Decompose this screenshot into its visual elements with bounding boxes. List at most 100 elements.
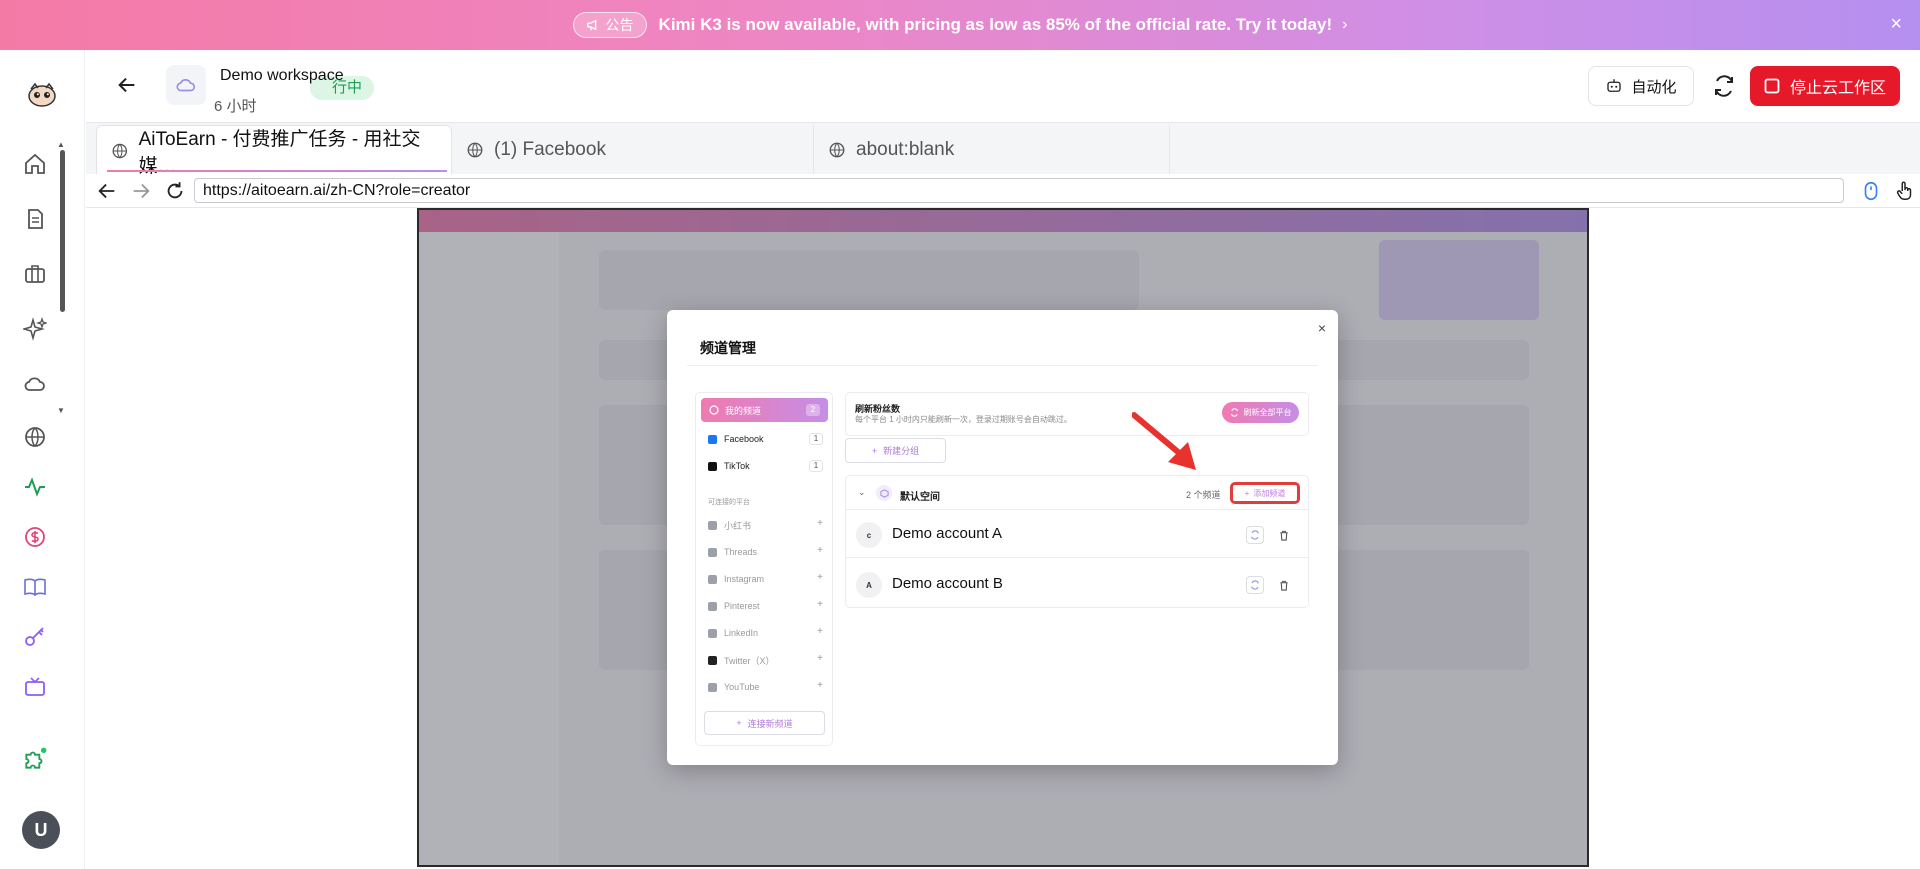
linkedin-icon bbox=[708, 628, 717, 638]
x-twitter-icon bbox=[708, 655, 717, 665]
modal-title: 频道管理 bbox=[700, 340, 756, 356]
reload-icon[interactable] bbox=[164, 180, 186, 202]
plus-icon[interactable]: + bbox=[817, 545, 823, 556]
plus-icon[interactable]: + bbox=[817, 599, 823, 610]
globe-icon bbox=[467, 142, 483, 158]
mouse-icon[interactable] bbox=[1860, 180, 1882, 202]
robot-icon bbox=[1607, 79, 1622, 92]
account-refresh-icon[interactable] bbox=[1246, 576, 1264, 594]
tab-facebook[interactable]: (1) Facebook bbox=[452, 125, 814, 175]
url-input[interactable]: https://aitoearn.ai/zh-CN?role=creator bbox=[194, 178, 1844, 203]
plus-icon: + bbox=[736, 718, 742, 728]
cloud-icon[interactable] bbox=[22, 371, 48, 397]
channel-sidebar: 我的频道 2 Facebook 1 TikTok 1 可连接的平台 小红书 + … bbox=[695, 392, 833, 746]
puzzle-icon[interactable] bbox=[22, 746, 48, 772]
available-platform-threads[interactable]: Threads + bbox=[708, 544, 823, 560]
pointer-hand-icon[interactable] bbox=[1894, 180, 1916, 202]
platform-name: Facebook bbox=[724, 434, 764, 444]
plus-icon[interactable]: + bbox=[817, 626, 823, 637]
xiaohongshu-icon bbox=[708, 520, 717, 530]
stop-workspace-button[interactable]: 停止云工作区 bbox=[1750, 66, 1900, 106]
refresh-icon bbox=[1230, 408, 1238, 417]
trash-icon[interactable] bbox=[1278, 578, 1290, 592]
workspace-name: Demo workspace bbox=[220, 67, 344, 84]
account-name: Demo account A bbox=[892, 525, 1003, 542]
platform-item-facebook[interactable]: Facebook 1 bbox=[708, 431, 823, 447]
automation-button[interactable]: 自动化 bbox=[1588, 66, 1694, 106]
plus-icon[interactable]: + bbox=[817, 518, 823, 529]
plus-icon[interactable]: + bbox=[817, 680, 823, 691]
add-channel-button[interactable]: + 添加频道 bbox=[1230, 482, 1300, 504]
stop-workspace-label: 停止云工作区 bbox=[1789, 80, 1886, 97]
platform-count: 1 bbox=[809, 433, 823, 445]
workspace-cloud-icon bbox=[166, 65, 206, 105]
channel-management-modal: 频道管理 × 我的频道 2 Facebook 1 TikTok 1 可连接的平台… bbox=[667, 310, 1338, 765]
nav-back-icon[interactable] bbox=[96, 180, 118, 202]
available-platform-youtube[interactable]: YouTube + bbox=[708, 679, 823, 695]
refresh-icon[interactable] bbox=[1712, 74, 1736, 98]
chevron-right-icon[interactable]: › bbox=[1342, 16, 1347, 34]
available-platform-name: Pinterest bbox=[724, 601, 760, 611]
dollar-coin-icon[interactable] bbox=[22, 524, 48, 550]
available-platform-linkedin[interactable]: LinkedIn + bbox=[708, 625, 823, 641]
plus-icon[interactable]: + bbox=[817, 572, 823, 583]
connect-new-channel-button[interactable]: + 连接新频道 bbox=[704, 711, 825, 735]
user-avatar[interactable]: U bbox=[22, 811, 60, 849]
available-platform-name: Threads bbox=[724, 547, 758, 557]
channel-group-header[interactable]: ⌄ 默认空间 2 个频道 + 添加频道 bbox=[846, 476, 1308, 510]
book-icon[interactable] bbox=[22, 574, 48, 600]
chevron-down-icon[interactable]: ⌄ bbox=[858, 487, 866, 498]
plus-icon[interactable]: + bbox=[817, 653, 823, 664]
available-platform-pinterest[interactable]: Pinterest + bbox=[708, 598, 823, 614]
tab-label: (1) Facebook bbox=[494, 139, 606, 160]
my-channels-item[interactable]: 我的频道 2 bbox=[701, 398, 828, 422]
document-icon[interactable] bbox=[22, 206, 48, 232]
back-arrow-icon[interactable] bbox=[116, 74, 138, 96]
active-tab-indicator bbox=[107, 170, 447, 172]
home-icon[interactable] bbox=[22, 151, 48, 177]
workspace-uptime: 6 小时 bbox=[214, 98, 257, 115]
account-avatar: A bbox=[856, 572, 882, 598]
account-row[interactable]: c Demo account A bbox=[846, 510, 1308, 558]
nav-forward-icon[interactable] bbox=[130, 180, 152, 202]
activity-icon[interactable] bbox=[22, 474, 48, 500]
threads-icon bbox=[708, 547, 717, 557]
available-platform-twitter[interactable]: Twitter（X） + bbox=[708, 652, 823, 668]
available-platform-instagram[interactable]: Instagram + bbox=[708, 571, 823, 587]
tab-about-blank[interactable]: about:blank bbox=[814, 125, 1170, 175]
refresh-all-platforms-button[interactable]: 刷新全部平台 bbox=[1222, 402, 1299, 423]
trash-icon[interactable] bbox=[1278, 528, 1290, 542]
briefcase-icon[interactable] bbox=[22, 261, 48, 287]
tv-icon[interactable] bbox=[22, 674, 48, 700]
account-row[interactable]: A Demo account B bbox=[846, 560, 1308, 608]
instagram-icon bbox=[708, 574, 717, 584]
plus-icon: + bbox=[871, 445, 878, 456]
banner-close-icon[interactable]: × bbox=[1890, 13, 1902, 35]
app-logo-icon[interactable] bbox=[27, 80, 57, 110]
megaphone-icon bbox=[586, 19, 596, 31]
globe-icon bbox=[829, 142, 845, 158]
platform-item-tiktok[interactable]: TikTok 1 bbox=[708, 458, 823, 474]
youtube-icon bbox=[708, 682, 717, 692]
platform-name: TikTok bbox=[724, 461, 750, 471]
globe-icon bbox=[112, 143, 128, 158]
announcement-message[interactable]: Kimi K3 is now available, with pricing a… bbox=[659, 15, 1333, 35]
rail-scrollbar[interactable] bbox=[60, 150, 65, 312]
modal-close-icon[interactable]: × bbox=[1318, 320, 1326, 336]
announcement-badge: 公告 bbox=[572, 12, 647, 38]
announcement-badge-label: 公告 bbox=[605, 17, 634, 33]
key-icon[interactable] bbox=[22, 624, 48, 650]
tiktok-icon bbox=[708, 461, 717, 471]
my-channels-count: 2 bbox=[806, 404, 820, 416]
tab-aitoearn[interactable]: AiToEarn - 付费推广任务 - 用社交媒… bbox=[96, 125, 452, 177]
workspace-header: 行中 Demo workspace 6 小时 自动化 停止云工作区 bbox=[86, 50, 1920, 122]
refresh-followers-card: 刷新粉丝数 每个平台 1 小时内只能刷新一次，登录过期账号会自动跳过。 刷新全部… bbox=[845, 392, 1309, 436]
available-platform-name: LinkedIn bbox=[724, 628, 759, 638]
rail-scroll-down-icon[interactable]: ▼ bbox=[57, 406, 65, 415]
account-refresh-icon[interactable] bbox=[1246, 526, 1264, 544]
new-group-button[interactable]: + 新建分组 bbox=[845, 438, 946, 463]
rail-scroll-up-icon[interactable]: ▲ bbox=[57, 140, 65, 149]
available-platform-xiaohongshu[interactable]: 小红书 + bbox=[708, 517, 823, 533]
sparkles-icon[interactable] bbox=[22, 316, 48, 342]
globe-icon[interactable] bbox=[22, 424, 48, 450]
